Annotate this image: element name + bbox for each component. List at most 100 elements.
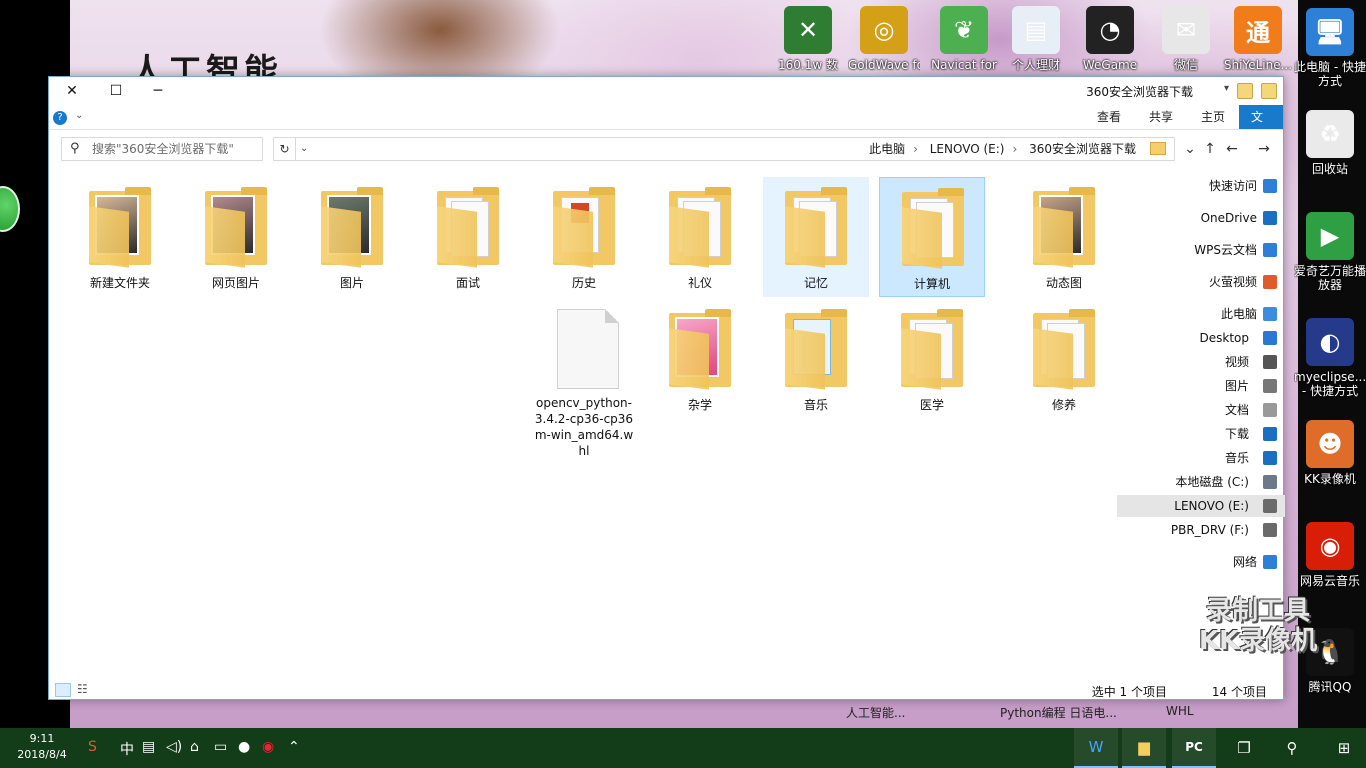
kk-recorder-tray-icon[interactable]: ◉ — [262, 739, 274, 755]
refresh-icon[interactable]: ↻ — [273, 137, 295, 161]
desktop-shortcut[interactable]: 通 ShiYeLine... — [1222, 6, 1294, 72]
desktop-shortcut[interactable]: ▤ 个人理财 — [1000, 6, 1072, 72]
desktop-shortcut[interactable]: ☻ KK录像机 — [1294, 420, 1366, 486]
tab-file[interactable]: 文件 — [1239, 105, 1283, 148]
nav-item[interactable]: 视频 — [1117, 351, 1285, 373]
nav-item[interactable]: WPS云文档 — [1117, 239, 1285, 261]
desktop-shortcut[interactable]: ❦ Navicat for — [928, 6, 1000, 72]
nav-item[interactable]: 此电脑 — [1117, 303, 1285, 325]
file-explorer-taskbar-icon[interactable]: ▆ — [1122, 728, 1166, 768]
item-count: 14 个项目 — [1211, 685, 1267, 699]
folder-item[interactable]: 计算机 — [879, 177, 985, 297]
start-taskbar-icon[interactable]: ⊞ — [1322, 728, 1366, 768]
qq-tray-icon[interactable]: ● — [238, 739, 250, 755]
desktop-shortcut[interactable]: ◐ myeclipse... - 快捷方式 — [1294, 318, 1366, 398]
window-titlebar[interactable]: ✕ ☐ ─ 360安全浏览器下载 ▾ — [49, 77, 1283, 105]
address-bar[interactable]: ⌄ 此电脑 › LENOVO (E:) › 360安全浏览器下载 — [295, 137, 1175, 161]
nav-item-label: OneDrive — [1200, 211, 1257, 225]
nav-item-icon — [1263, 355, 1277, 369]
nav-item[interactable]: LENOVO (E:) — [1117, 495, 1285, 517]
folder-item[interactable]: 历史 — [531, 177, 637, 297]
shortcut-label: 回收站 — [1311, 162, 1348, 176]
desktop-shortcut[interactable]: ✉ 微信 — [1150, 6, 1222, 72]
help-icon[interactable]: ? — [53, 111, 67, 125]
breadcrumb-separator-icon: › — [1012, 142, 1018, 156]
file-item[interactable]: opencv_python-3.4.2-cp36-cp36m-win_amd64… — [531, 299, 637, 469]
qat-dropdown-icon[interactable]: ▾ — [1224, 83, 1229, 94]
desktop-shortcut[interactable]: ▶ 爱奇艺万能播放器 — [1294, 212, 1366, 292]
folder-item[interactable]: 杂学 — [647, 299, 753, 419]
folder-item[interactable]: 动态图 — [1011, 177, 1117, 297]
app-icon: ♻ — [1306, 110, 1354, 158]
nav-item[interactable]: Desktop — [1117, 327, 1285, 349]
address-dropdown-icon[interactable]: ⌄ — [300, 138, 308, 160]
desktop-shortcut[interactable]: ◉ 网易云音乐 — [1294, 522, 1366, 588]
desktop-label-ai[interactable]: 人工智能... — [846, 704, 905, 721]
app-icon: ◎ — [860, 6, 908, 54]
tab-view[interactable]: 查看 — [1085, 105, 1133, 129]
minimize-button[interactable]: ─ — [135, 77, 181, 105]
breadcrumb-current[interactable]: 360安全浏览器下载 — [1029, 142, 1136, 156]
nav-item[interactable]: 网络 — [1117, 551, 1285, 573]
tab-home[interactable]: 主页 — [1189, 105, 1237, 129]
pycharm-taskbar-icon[interactable]: PC — [1172, 728, 1216, 768]
nav-item-icon — [1263, 403, 1277, 417]
back-arrow-icon[interactable]: → — [1253, 137, 1275, 161]
tab-share[interactable]: 共享 — [1137, 105, 1185, 129]
maximize-button[interactable]: ☐ — [93, 77, 139, 105]
folder-item[interactable]: 图片 — [299, 177, 405, 297]
ime-indicator[interactable]: 中 — [120, 739, 134, 759]
nav-item[interactable]: 图片 — [1117, 375, 1285, 397]
folder-item[interactable]: 医学 — [879, 299, 985, 419]
nav-item-label: 图片 — [1224, 379, 1249, 393]
nav-item[interactable]: 本地磁盘 (C:) — [1117, 471, 1285, 493]
show-hidden-icons-icon[interactable]: ⌃ — [288, 739, 300, 755]
breadcrumb-this-pc[interactable]: 此电脑 — [869, 142, 905, 156]
nav-item[interactable]: OneDrive — [1117, 207, 1285, 229]
wps-taskbar-icon[interactable]: W — [1074, 728, 1118, 768]
qat-properties-icon[interactable] — [1237, 83, 1253, 99]
notification-icon[interactable]: ▤ — [142, 739, 155, 755]
desktop-shortcut[interactable]: 🖥 此电脑 - 快捷方式 — [1294, 8, 1366, 88]
folder-item[interactable]: 面试 — [415, 177, 521, 297]
nav-item[interactable]: 快速访问 — [1117, 175, 1285, 197]
desktop-label-python[interactable]: Python编程 日语电... — [1000, 704, 1117, 721]
system-clock[interactable]: 9:11 2018/8/4 — [10, 731, 74, 763]
display-icon[interactable]: ▭ — [214, 739, 227, 755]
folder-item[interactable]: 礼仪 — [647, 177, 753, 297]
network-icon[interactable]: ⌂ — [190, 739, 199, 755]
nav-item[interactable]: 文档 — [1117, 399, 1285, 421]
nav-item[interactable]: PBR_DRV (F:) — [1117, 519, 1285, 541]
nav-item-label: 网络 — [1232, 555, 1257, 569]
item-name: 动态图 — [1045, 276, 1082, 290]
desktop-shortcut[interactable]: ◔ WeGame — [1074, 6, 1146, 72]
folder-item[interactable]: 新建文件夹 — [67, 177, 173, 297]
forward-arrow-icon[interactable]: ← — [1221, 137, 1243, 161]
nav-item[interactable]: 音乐 — [1117, 447, 1285, 469]
search-input[interactable]: ⚲ 搜索"360安全浏览器下载" — [61, 137, 263, 161]
desktop-shortcut[interactable]: ◎ GoldWave for — [848, 6, 920, 72]
folder-item[interactable]: 修养 — [1011, 299, 1117, 419]
task-view-taskbar-icon[interactable]: ❐ — [1222, 728, 1266, 768]
nav-item[interactable]: 下载 — [1117, 423, 1285, 445]
breadcrumb-drive[interactable]: LENOVO (E:) — [930, 142, 1005, 156]
details-view-icon[interactable]: ☷ — [77, 682, 88, 696]
volume-icon[interactable]: ◁) — [166, 739, 182, 755]
folder-item[interactable]: 记忆 — [763, 177, 869, 297]
desktop-label-whl[interactable]: WHL — [1166, 704, 1194, 718]
large-icons-view-icon[interactable] — [55, 683, 71, 697]
selection-count: 选中 1 个项目 — [1091, 685, 1167, 699]
chevron-down-icon[interactable]: ⌄ — [75, 110, 83, 121]
search-taskbar-icon[interactable]: ⚲ — [1270, 728, 1314, 768]
folder-icon — [785, 309, 847, 390]
recent-locations-icon[interactable]: ⌄ — [1179, 137, 1201, 161]
nav-item[interactable]: 火萤视频 — [1117, 271, 1285, 293]
close-button[interactable]: ✕ — [49, 77, 95, 105]
desktop-shortcut[interactable]: ✕ 160.1w 数 — [772, 6, 844, 72]
app-icon: ◐ — [1306, 318, 1354, 366]
folder-item[interactable]: 音乐 — [763, 299, 869, 419]
folder-item[interactable]: 网页图片 — [183, 177, 289, 297]
wps-tray-icon[interactable]: S — [88, 739, 97, 755]
up-arrow-icon[interactable]: ↑ — [1199, 137, 1221, 161]
desktop-shortcut[interactable]: ♻ 回收站 — [1294, 110, 1366, 176]
